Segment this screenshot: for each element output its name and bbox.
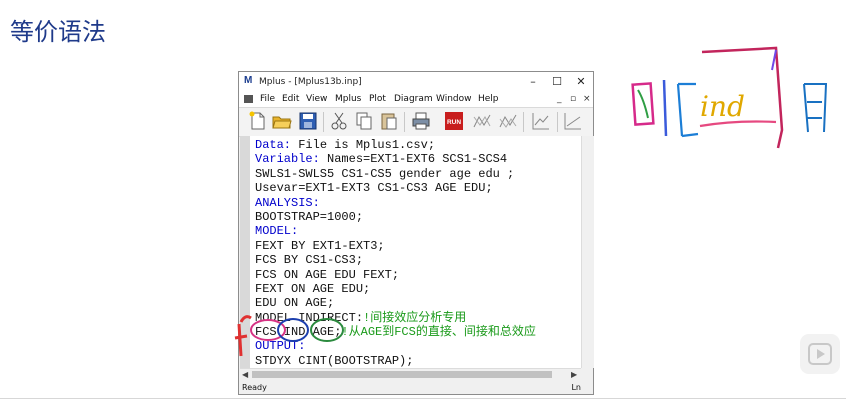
input-editor[interactable]: Data: File is Mplus1.csv; Variable: Names… <box>240 136 581 368</box>
run-button[interactable]: RUN <box>444 111 464 131</box>
handwritten-annotation: ind <box>631 46 828 149</box>
menu-diagram[interactable]: Diagram <box>394 94 433 104</box>
code-line: EDU ON AGE; <box>255 296 536 310</box>
editor-gutter <box>240 136 250 368</box>
code-line: Data: File is Mplus1.csv; <box>255 138 536 152</box>
mdi-minimize-button[interactable]: _ <box>557 94 562 104</box>
new-file-icon[interactable] <box>248 111 268 131</box>
code-text: SWLS1-SWLS5 CS1-CS5 gender age edu ; <box>255 166 515 181</box>
code-line: ANALYSIS: <box>255 196 536 210</box>
code-text: FCS ON AGE EDU FEXT; <box>255 267 400 282</box>
code-comment: !从AGE到FCS的直接、间接和总效应 <box>341 325 536 340</box>
code-text: EDU ON AGE; <box>255 296 335 311</box>
menu-window[interactable]: Window <box>436 94 472 104</box>
copy-icon[interactable] <box>354 111 374 131</box>
diagram-2-icon[interactable] <box>498 111 518 131</box>
plot-2-icon[interactable] <box>563 111 583 131</box>
toolbar-separator <box>557 112 558 132</box>
close-button[interactable]: ✕ <box>569 74 593 90</box>
scroll-left-icon[interactable]: ◀ <box>242 370 248 379</box>
toolbar-separator <box>404 112 405 132</box>
code-lines: Data: File is Mplus1.csv; Variable: Names… <box>255 138 536 368</box>
code-line: Usevar=EXT1-EXT3 CS1-CS3 AGE EDU; <box>255 181 536 195</box>
open-folder-icon[interactable] <box>272 111 292 131</box>
title-bar: M Mplus - [Mplus13b.inp] – ☐ ✕ <box>239 72 593 92</box>
run-label: RUN <box>447 119 461 126</box>
code-keyword: ANALYSIS: <box>255 195 320 210</box>
code-text: FEXT ON AGE EDU; <box>255 281 371 296</box>
code-text: FCS BY CS1-CS3; <box>255 253 364 268</box>
code-line: BOOTSTRAP=1000; <box>255 210 536 224</box>
status-bar: Ready Ln <box>239 381 593 394</box>
mplus-window: M Mplus - [Mplus13b.inp] – ☐ ✕ File Edit… <box>238 71 594 395</box>
code-text: Usevar=EXT1-EXT3 CS1-CS3 AGE EDU; <box>255 181 493 196</box>
scroll-right-icon[interactable]: ▶ <box>571 370 577 379</box>
code-comment: !间接效应分析专用 <box>363 310 467 325</box>
menu-mplus[interactable]: Mplus <box>335 94 361 104</box>
horizontal-scrollbar[interactable]: ◀ ▶ <box>240 368 581 381</box>
plot-icon[interactable] <box>531 111 551 131</box>
paste-icon[interactable] <box>379 111 399 131</box>
vertical-scrollbar[interactable] <box>581 136 594 368</box>
scroll-thumb[interactable] <box>252 371 552 378</box>
code-line: FEXT ON AGE EDU; <box>255 282 536 296</box>
code-line: MODEL INDIRECT:!间接效应分析专用 <box>255 311 536 325</box>
minimize-button[interactable]: – <box>521 74 545 90</box>
document-icon[interactable] <box>244 95 253 103</box>
save-icon[interactable] <box>298 111 318 131</box>
toolbar: RUN <box>239 107 593 137</box>
code-text: STDYX CINT(BOOTSTRAP); <box>255 353 414 368</box>
code-line: FEXT BY EXT1-EXT3; <box>255 239 536 253</box>
cut-icon[interactable] <box>329 111 349 131</box>
toolbar-separator <box>323 112 324 132</box>
mplus-app-icon: M <box>244 75 253 86</box>
maximize-button[interactable]: ☐ <box>545 74 569 90</box>
code-keyword: Variable: <box>255 152 320 167</box>
menu-plot[interactable]: Plot <box>369 94 386 104</box>
menu-edit[interactable]: Edit <box>282 94 299 104</box>
play-icon <box>808 343 832 365</box>
code-line: MODEL: <box>255 224 536 238</box>
code-line: FCS ON AGE EDU FEXT; <box>255 268 536 282</box>
status-line-indicator: Ln <box>571 383 581 392</box>
code-text: MODEL INDIRECT: <box>255 310 364 325</box>
code-line: STDYX CINT(BOOTSTRAP); <box>255 354 536 368</box>
code-text: File is Mplus1.csv; <box>291 138 436 152</box>
mdi-restore-button[interactable]: ▫ <box>570 94 576 104</box>
code-text: Names=EXT1-EXT6 SCS1-SCS4 <box>319 152 508 167</box>
menu-bar: File Edit View Mplus Plot Diagram Window… <box>239 92 593 107</box>
code-line: OUTPUT: <box>255 339 536 353</box>
menu-help[interactable]: Help <box>478 94 499 104</box>
code-text: FCS IND AGE; <box>255 325 342 340</box>
annotation-text: ind <box>700 90 745 123</box>
video-play-button[interactable] <box>800 334 840 374</box>
code-text: BOOTSTRAP=1000; <box>255 209 364 224</box>
code-keyword: Data: <box>255 138 292 152</box>
code-keyword: OUTPUT: <box>255 339 306 354</box>
diagram-icon[interactable] <box>472 111 492 131</box>
code-line: FCS BY CS1-CS3; <box>255 253 536 267</box>
window-title: Mplus - [Mplus13b.inp] <box>259 77 362 87</box>
toolbar-separator <box>523 112 524 132</box>
print-icon[interactable] <box>411 111 431 131</box>
code-line: Variable: Names=EXT1-EXT6 SCS1-SCS4 <box>255 152 536 166</box>
code-text: FEXT BY EXT1-EXT3; <box>255 238 385 253</box>
code-line: FCS IND AGE;!从AGE到FCS的直接、间接和总效应 <box>255 325 536 339</box>
code-keyword: MODEL: <box>255 224 299 239</box>
slide-title: 等价语法 <box>10 18 106 46</box>
mdi-close-button[interactable]: × <box>583 94 591 104</box>
status-ready: Ready <box>242 383 267 392</box>
menu-file[interactable]: File <box>260 94 275 104</box>
menu-view[interactable]: View <box>306 94 327 104</box>
code-line: SWLS1-SWLS5 CS1-CS5 gender age edu ; <box>255 167 536 181</box>
bottom-divider <box>0 398 846 399</box>
